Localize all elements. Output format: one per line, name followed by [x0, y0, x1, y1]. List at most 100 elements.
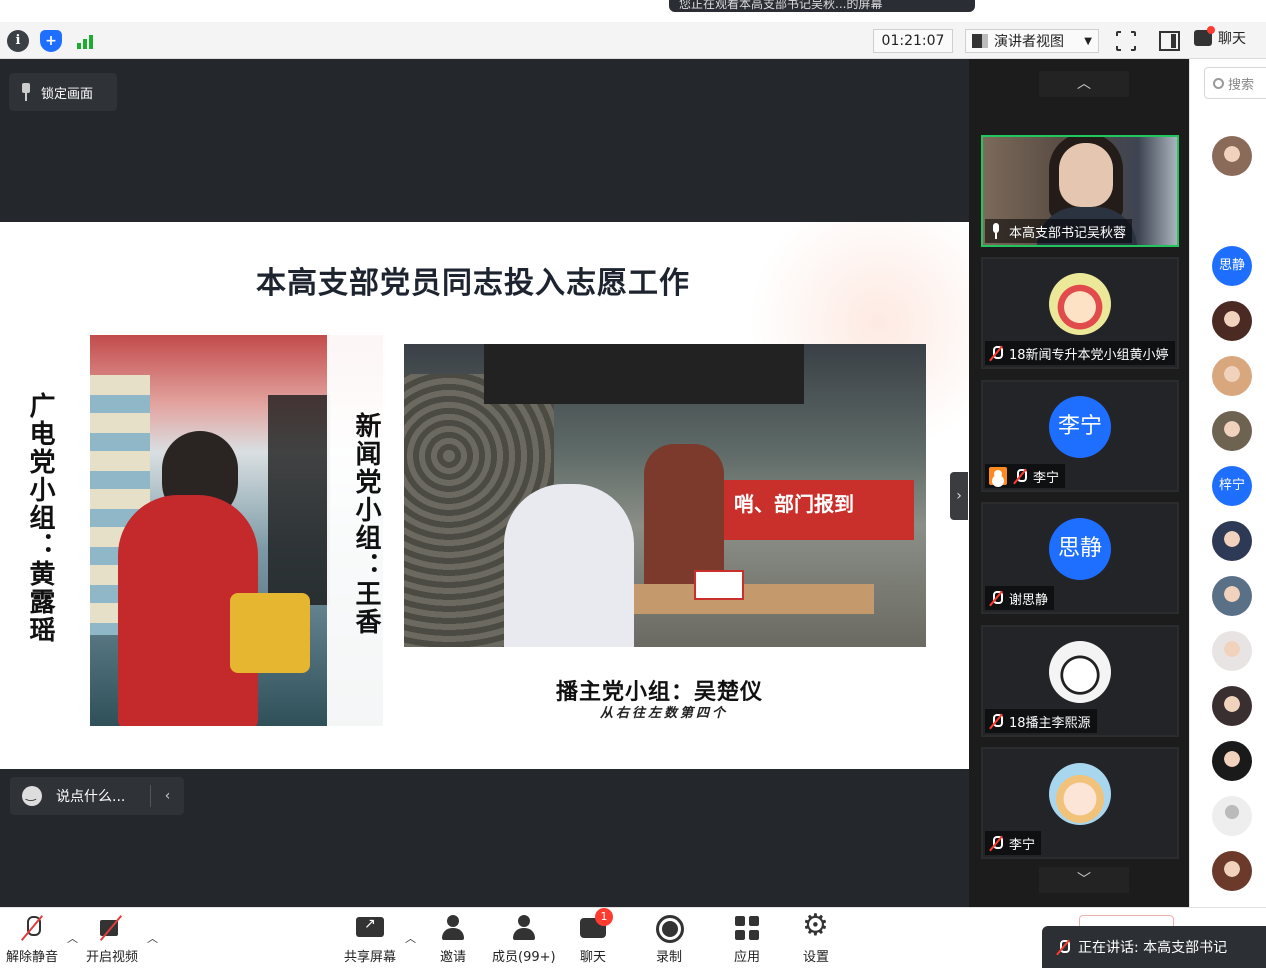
chat-label: 聊天 [579, 950, 606, 965]
collapse-comment-icon[interactable]: ‹ [150, 785, 184, 807]
participant-tile[interactable]: 本高支部书记吴秋蓉 [981, 135, 1179, 247]
member-avatar[interactable] [1212, 631, 1252, 671]
invite-label: 邀请 [439, 950, 466, 965]
member-avatar[interactable] [1212, 796, 1252, 836]
share-screen-button[interactable]: 共享屏幕 [344, 914, 396, 965]
member-avatar[interactable]: 思静 [1212, 246, 1252, 286]
top-toolbar: i + 01:21:07 演讲者视图 ▼ 聊天 [0, 22, 1266, 59]
search-icon [1213, 77, 1224, 89]
share-screen-label: 共享屏幕 [344, 950, 397, 965]
slide-caption-middle: 新闻党小组：王香 [351, 412, 381, 636]
mic-muted-icon [18, 914, 46, 942]
scroll-down-icon[interactable]: ﹀ [1039, 867, 1129, 893]
video-options-caret-icon[interactable]: ︿ [147, 930, 158, 946]
mic-muted-icon [989, 835, 1003, 851]
chat-button[interactable]: 1 聊天 [579, 908, 613, 965]
record-icon [655, 914, 684, 943]
active-speaker-text: 正在讲话: 本高支部书记 [1078, 940, 1228, 956]
participant-label: 18播主李熙源 [985, 709, 1097, 733]
participant-tile[interactable]: 18播主李熙源 [981, 625, 1179, 737]
screen-share-banner[interactable]: 您正在观看本高支部书记吴秋...的屏幕 [669, 0, 975, 12]
members-icon [510, 914, 538, 942]
view-mode-label: 演讲者视图 [994, 34, 1064, 50]
collapse-video-column-button[interactable]: › [950, 472, 968, 520]
members-button[interactable]: 成员(99+) [492, 914, 556, 965]
members-label: 成员(99+) [492, 950, 556, 965]
side-panel-toggle-icon[interactable] [1159, 31, 1180, 51]
participant-name: 本高支部书记吴秋蓉 [1009, 225, 1127, 241]
participant-video-column: ︿ 本高支部书记吴秋蓉 18新闻专升本党小组黄小婷 李宁 李宁 思静 谢思静 1… [969, 59, 1189, 907]
member-avatar[interactable] [1212, 301, 1252, 341]
slide-title: 本高支部党员同志投入志愿工作 [256, 266, 690, 301]
slide-caption-left: 广电党小组：黄露瑶 [25, 392, 55, 644]
chat-bubble-icon [1194, 26, 1215, 46]
participant-name: 谢思静 [1009, 592, 1049, 608]
info-icon[interactable]: i [7, 30, 29, 52]
member-avatar[interactable] [1212, 686, 1252, 726]
participant-name: 李宁 [1009, 837, 1036, 853]
participant-label: 18新闻专升本党小组黄小婷 [985, 341, 1175, 365]
scroll-up-icon[interactable]: ︿ [1039, 71, 1129, 97]
volunteer-photo-right: 哨、部门报到 [404, 344, 926, 647]
avatar: 思静 [1049, 518, 1111, 580]
participant-name: 18播主李熙源 [1009, 715, 1091, 731]
member-avatar[interactable] [1212, 191, 1252, 231]
record-button[interactable]: 录制 [655, 914, 684, 965]
mic-muted-icon [989, 590, 1003, 606]
chat-toggle-button[interactable]: 聊天 [1194, 26, 1246, 48]
avatar [1049, 763, 1111, 825]
shared-screen-area: 锁定画面 本高支部党员同志投入志愿工作 广电党小组：黄露瑶 新闻党小组：王香 哨… [0, 59, 969, 907]
settings-button[interactable]: 设置 [802, 908, 830, 965]
apps-grid-icon [733, 914, 761, 942]
shared-slide: 本高支部党员同志投入志愿工作 广电党小组：黄露瑶 新闻党小组：王香 哨、部门报到… [0, 222, 969, 769]
participant-label: 李宁 [985, 464, 1066, 488]
member-avatar[interactable] [1212, 741, 1252, 781]
view-mode-select[interactable]: 演讲者视图 ▼ [965, 29, 1099, 53]
participant-label: 李宁 [985, 831, 1042, 855]
member-avatar[interactable] [1212, 411, 1252, 451]
avatar [1049, 273, 1111, 335]
member-list-panel: 搜索 思静梓宁 [1189, 59, 1266, 907]
camera-off-icon [98, 914, 126, 942]
start-video-label: 开启视频 [86, 950, 139, 965]
host-badge-icon [989, 467, 1007, 485]
mic-muted-icon [1013, 468, 1027, 484]
member-avatar[interactable] [1212, 136, 1252, 176]
mic-muted-icon [989, 345, 1003, 361]
avatar: 李宁 [1049, 396, 1111, 458]
unmute-label: 解除静音 [6, 950, 59, 965]
lock-view-label: 锁定画面 [41, 86, 94, 102]
unmute-button[interactable]: 解除静音 [6, 914, 58, 965]
invite-user-icon [439, 914, 467, 942]
start-video-button[interactable]: 开启视频 [86, 914, 138, 965]
comment-input[interactable]: 说点什么... ‹ [10, 777, 184, 815]
apps-button[interactable]: 应用 [733, 914, 761, 965]
meeting-timer: 01:21:07 [873, 29, 953, 53]
search-placeholder: 搜索 [1228, 77, 1255, 93]
active-speaker-bar[interactable]: 正在讲话: 本高支部书记 [1042, 926, 1266, 968]
share-screen-icon [356, 914, 384, 942]
participant-tile[interactable]: 思静 谢思静 [981, 502, 1179, 614]
member-avatar[interactable] [1212, 851, 1252, 891]
emoji-icon[interactable] [22, 786, 42, 806]
member-avatar[interactable] [1212, 521, 1252, 561]
network-signal-icon[interactable] [74, 30, 96, 52]
caret-down-icon: ▼ [1084, 35, 1092, 47]
fullscreen-icon[interactable] [1115, 30, 1137, 52]
participant-tile[interactable]: 李宁 [981, 747, 1179, 859]
security-shield-icon[interactable]: + [40, 30, 62, 52]
participant-tile[interactable]: 18新闻专升本党小组黄小婷 [981, 257, 1179, 369]
member-avatar[interactable] [1212, 576, 1252, 616]
apps-label: 应用 [733, 950, 760, 965]
photo-banner-text: 哨、部门报到 [724, 480, 914, 540]
invite-button[interactable]: 邀请 [439, 914, 467, 965]
share-options-caret-icon[interactable]: ︿ [405, 930, 416, 946]
mic-icon [1056, 939, 1070, 955]
member-avatar[interactable]: 梓宁 [1212, 466, 1252, 506]
member-search-input[interactable]: 搜索 [1204, 67, 1266, 99]
participant-tile[interactable]: 李宁 李宁 [981, 380, 1179, 492]
settings-label: 设置 [802, 950, 829, 965]
lock-view-button[interactable]: 锁定画面 [9, 73, 117, 111]
member-avatar[interactable] [1212, 356, 1252, 396]
audio-options-caret-icon[interactable]: ︿ [67, 930, 78, 946]
